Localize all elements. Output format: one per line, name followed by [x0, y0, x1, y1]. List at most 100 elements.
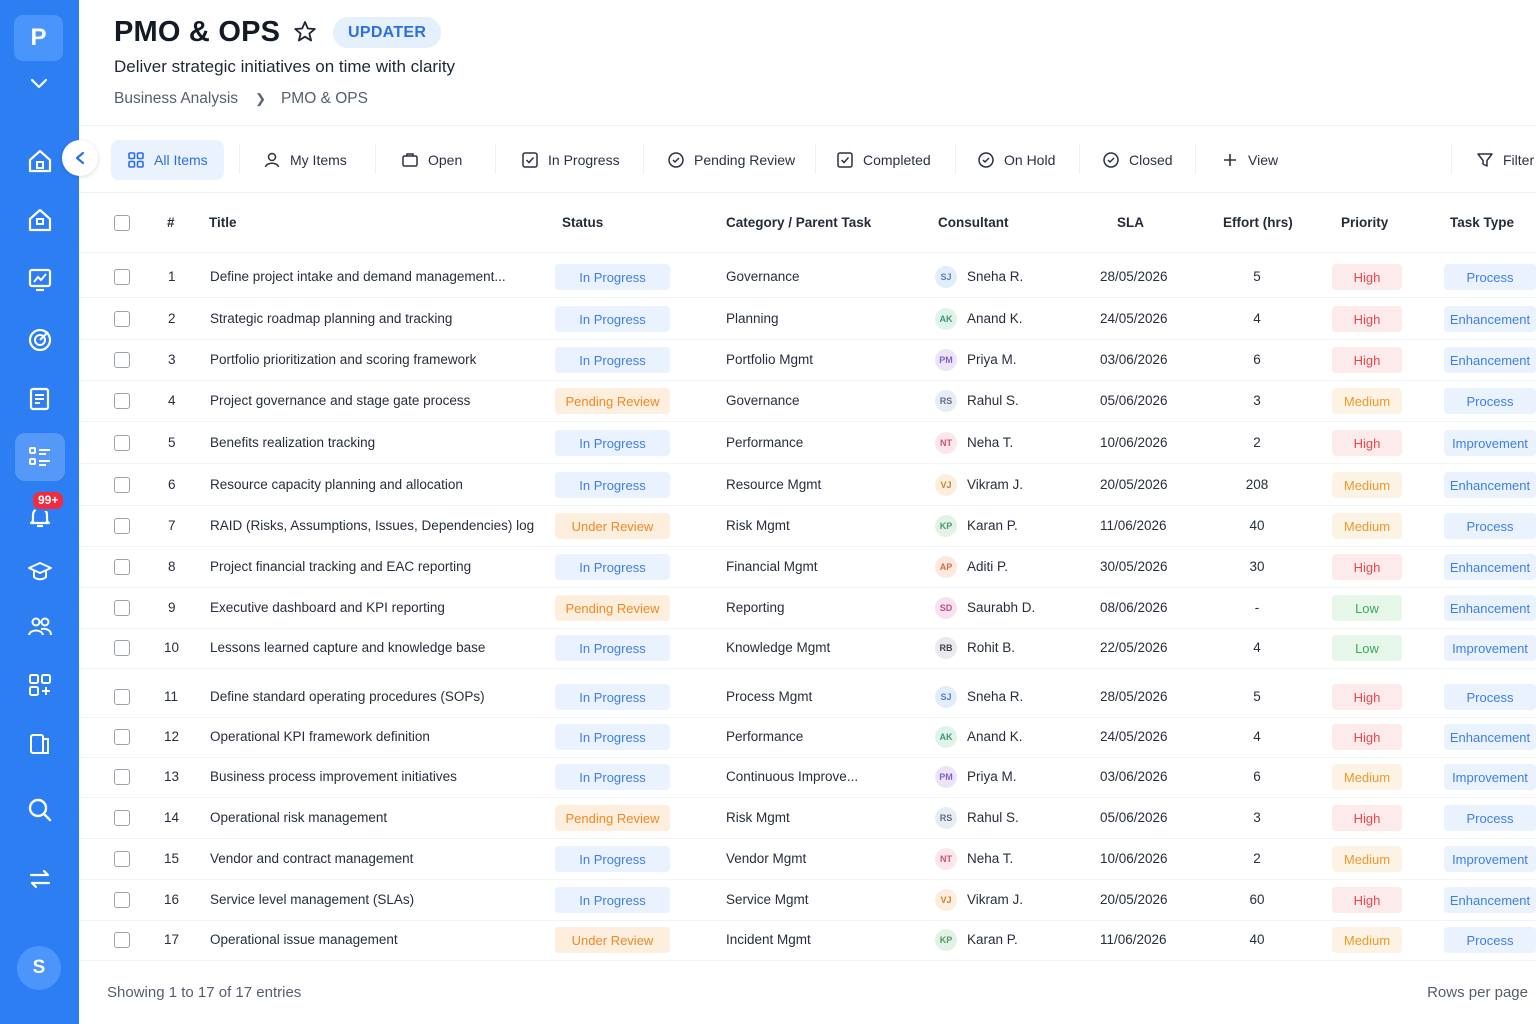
table-row[interactable]: 12 Operational KPI framework definition In…: [79, 717, 1536, 758]
row-checkbox[interactable]: [114, 810, 130, 826]
row-title[interactable]: RAID (Risks, Assumptions, Issues, Depend…: [210, 518, 534, 533]
table-row[interactable]: 8 Project financial tracking and EAC repo…: [79, 547, 1536, 588]
row-title[interactable]: Resource capacity planning and allocatio…: [210, 477, 463, 492]
row-checkbox[interactable]: [114, 559, 130, 575]
table-row[interactable]: 11 Define standard operating procedures (…: [79, 677, 1536, 718]
row-checkbox[interactable]: [114, 851, 130, 867]
table-row[interactable]: 13 Business process improvement initiativ…: [79, 757, 1536, 798]
table-row[interactable]: 5 Benefits realization tracking In Progres…: [79, 423, 1536, 464]
column-header-priority[interactable]: Priority: [1341, 215, 1388, 230]
filter-button[interactable]: Filter: [1476, 140, 1534, 180]
documents-icon[interactable]: [15, 720, 65, 768]
row-checkbox[interactable]: [114, 393, 130, 409]
row-category: Reporting: [726, 600, 785, 615]
tab-my-items[interactable]: My Items: [263, 140, 347, 180]
user-avatar[interactable]: S: [17, 946, 61, 990]
table-row[interactable]: 4 Project governance and stage gate proce…: [79, 381, 1536, 422]
task-type-badge: Improvement: [1444, 635, 1536, 661]
column-header-consultant[interactable]: Consultant: [938, 215, 1009, 230]
row-sla: 05/06/2026: [1100, 810, 1168, 825]
table-row[interactable]: 9 Executive dashboard and KPI reporting Pe…: [79, 588, 1536, 629]
building-icon[interactable]: [15, 196, 65, 244]
tab-on-hold[interactable]: On Hold: [977, 140, 1055, 180]
row-checkbox[interactable]: [114, 269, 130, 285]
row-title[interactable]: Portfolio prioritization and scoring fra…: [210, 352, 476, 367]
table-row[interactable]: 16 Service level management (SLAs) In Prog…: [79, 880, 1536, 921]
row-title[interactable]: Operational risk management: [210, 810, 387, 825]
table-row[interactable]: 6 Resource capacity planning and allocati…: [79, 465, 1536, 506]
tab-closed[interactable]: Closed: [1102, 140, 1173, 180]
row-title[interactable]: Vendor and contract management: [210, 851, 413, 866]
row-checkbox[interactable]: [114, 600, 130, 616]
table-row[interactable]: 7 RAID (Risks, Assumptions, Issues, Depen…: [79, 506, 1536, 547]
column-header-task-type[interactable]: Task Type: [1450, 215, 1514, 230]
row-checkbox[interactable]: [114, 932, 130, 948]
column-header-title[interactable]: Title: [209, 215, 237, 230]
chart-icon[interactable]: [15, 256, 65, 304]
column-header-effort[interactable]: Effort (hrs): [1223, 215, 1293, 230]
breadcrumb-item-current[interactable]: PMO & OPS: [281, 90, 368, 108]
column-header-category[interactable]: Category / Parent Task: [726, 215, 871, 230]
row-checkbox[interactable]: [114, 640, 130, 656]
table-row[interactable]: 17 Operational issue management Under Revi…: [79, 920, 1536, 961]
row-checkbox[interactable]: [114, 352, 130, 368]
row-checkbox[interactable]: [114, 518, 130, 534]
star-icon[interactable]: [292, 19, 318, 45]
apps-icon[interactable]: [15, 661, 65, 709]
row-sla: 20/05/2026: [1100, 892, 1168, 907]
select-all-checkbox[interactable]: [114, 215, 130, 231]
table-row[interactable]: 15 Vendor and contract management In Progr…: [79, 839, 1536, 880]
row-effort: 4: [1253, 311, 1261, 326]
row-category: Knowledge Mgmt: [726, 640, 831, 655]
table-row[interactable]: 14 Operational risk management Pending Rev…: [79, 798, 1536, 839]
row-title[interactable]: Business process improvement initiatives: [210, 769, 457, 784]
row-title[interactable]: Operational KPI framework definition: [210, 729, 430, 744]
row-checkbox[interactable]: [114, 892, 130, 908]
chevron-down-icon[interactable]: [27, 73, 51, 95]
search-icon[interactable]: [15, 786, 65, 834]
team-icon[interactable]: [15, 603, 65, 651]
table-row[interactable]: 1 Define project intake and demand manage…: [79, 257, 1536, 298]
table-row[interactable]: 3 Portfolio prioritization and scoring fr…: [79, 340, 1536, 381]
table-row[interactable]: 10 Lessons learned capture and knowledge …: [79, 628, 1536, 669]
row-title[interactable]: Define standard operating procedures (SO…: [210, 689, 485, 704]
row-title[interactable]: Define project intake and demand managem…: [210, 269, 506, 284]
row-title[interactable]: Operational issue management: [210, 932, 398, 947]
swap-icon[interactable]: [15, 855, 65, 903]
row-title[interactable]: Project financial tracking and EAC repor…: [210, 559, 471, 574]
collapse-sidebar-button[interactable]: [62, 140, 98, 176]
row-checkbox[interactable]: [114, 311, 130, 327]
row-checkbox[interactable]: [114, 689, 130, 705]
row-checkbox[interactable]: [114, 477, 130, 493]
row-checkbox[interactable]: [114, 769, 130, 785]
tab-in-progress[interactable]: In Progress: [521, 140, 620, 180]
row-category: Risk Mgmt: [726, 810, 790, 825]
row-checkbox[interactable]: [114, 435, 130, 451]
status-badge: In Progress: [555, 724, 670, 750]
row-title[interactable]: Lessons learned capture and knowledge ba…: [210, 640, 485, 655]
row-title[interactable]: Strategic roadmap planning and tracking: [210, 311, 452, 326]
app-logo[interactable]: P: [14, 15, 63, 61]
home-icon[interactable]: [15, 137, 65, 185]
row-title[interactable]: Service level management (SLAs): [210, 892, 414, 907]
column-header-status[interactable]: Status: [562, 215, 603, 230]
row-title[interactable]: Project governance and stage gate proces…: [210, 393, 470, 408]
target-icon[interactable]: [15, 316, 65, 364]
tab-pending-review[interactable]: Pending Review: [667, 140, 795, 180]
add-view-button[interactable]: View: [1221, 140, 1278, 180]
column-header-sla[interactable]: SLA: [1117, 215, 1144, 230]
tab-open[interactable]: Open: [401, 140, 462, 180]
consultant-avatar: SJ: [935, 266, 957, 288]
tab-all-items[interactable]: All Items: [111, 140, 224, 180]
table-row[interactable]: 2 Strategic roadmap planning and tracking…: [79, 299, 1536, 340]
tab-completed[interactable]: Completed: [836, 140, 931, 180]
breadcrumb-item-business-analysis[interactable]: Business Analysis: [114, 90, 238, 108]
list-icon[interactable]: [15, 433, 65, 481]
row-title[interactable]: Executive dashboard and KPI reporting: [210, 600, 445, 615]
row-checkbox[interactable]: [114, 729, 130, 745]
row-category: Service Mgmt: [726, 892, 809, 907]
column-header-number[interactable]: #: [167, 215, 175, 230]
report-icon[interactable]: [15, 375, 65, 423]
graduation-icon[interactable]: [15, 547, 65, 595]
row-title[interactable]: Benefits realization tracking: [210, 435, 375, 450]
